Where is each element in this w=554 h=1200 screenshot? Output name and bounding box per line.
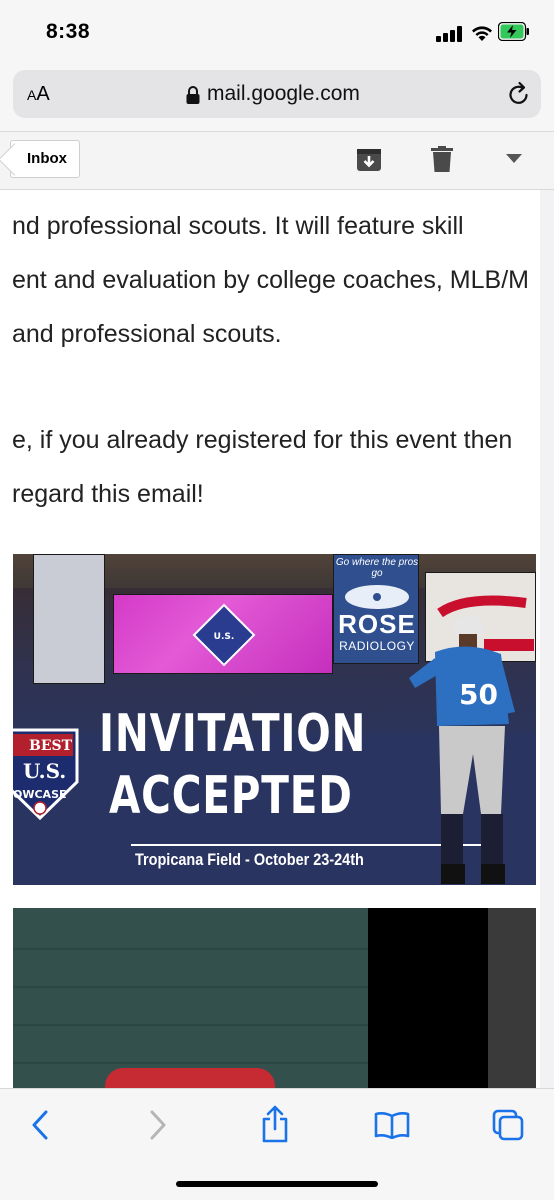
home-indicator <box>176 1181 378 1187</box>
aa-large-glyph: A <box>36 83 50 105</box>
lock-icon <box>186 86 200 104</box>
email-content-viewport[interactable]: nd professional scouts. It will feature … <box>0 190 554 1088</box>
email-text-line: and professional scouts. <box>12 320 282 348</box>
battery-charging-icon <box>498 22 529 41</box>
tabs-icon[interactable] <box>492 1109 524 1141</box>
status-bar: 8:38 <box>0 0 554 62</box>
back-to-inbox-button[interactable]: Inbox <box>10 140 80 178</box>
back-chevron-icon[interactable] <box>30 1109 50 1141</box>
wall-stripe <box>13 1062 368 1064</box>
reader-text-size-button[interactable]: AA <box>27 83 50 106</box>
bookmarks-book-icon[interactable] <box>374 1111 410 1139</box>
baseball-player-figure: 50 <box>409 616 515 884</box>
logo-word-showcase: OWCASE <box>13 788 67 801</box>
stadium-video-screen: U.S. <box>113 594 333 674</box>
url-text: mail.google.com <box>207 82 360 105</box>
left-advertising-board <box>33 554 105 684</box>
email-body: nd professional scouts. It will feature … <box>0 190 540 1088</box>
email-text-line: ent and evaluation by college coaches, M… <box>12 266 529 294</box>
wifi-icon <box>472 26 492 41</box>
email-text-line: e, if you already registered for this ev… <box>12 426 513 454</box>
delete-trash-icon[interactable] <box>431 146 453 172</box>
cellular-signal-icon <box>436 26 462 42</box>
banner-headline-line-2: ACCEPTED <box>109 766 353 826</box>
best-us-showcase-logo: BEST U.S. OWCASE <box>13 728 79 821</box>
banner-event-dateline: Tropicana Field - October 23-24th <box>135 850 364 869</box>
showcase-logo-on-screen: U.S. <box>192 603 256 667</box>
gmail-toolbar: Inbox <box>0 132 554 190</box>
browser-address-area: AA mail.google.com <box>0 62 554 132</box>
inbox-label: Inbox <box>27 150 67 167</box>
more-options-chevron-down-icon[interactable] <box>506 154 522 164</box>
banner-headline-line-1: INVITATION <box>99 704 367 764</box>
email-text-line: nd professional scouts. It will feature … <box>12 212 464 240</box>
logo-word-us: U.S. <box>23 759 66 783</box>
email-text-line: regard this email! <box>12 480 204 508</box>
sign-tagline: Go where the pros go <box>335 557 419 579</box>
email-video-thumbnail[interactable] <box>13 908 536 1088</box>
address-bar[interactable]: AA mail.google.com <box>13 70 541 118</box>
svg-text:U.S.: U.S. <box>214 632 235 642</box>
wall-stripe <box>13 948 368 950</box>
aa-small-glyph: A <box>27 87 37 103</box>
status-time: 8:38 <box>46 20 91 43</box>
logo-word-best: BEST <box>29 738 73 754</box>
wall-stripe <box>13 1024 368 1026</box>
reload-icon[interactable] <box>507 81 531 107</box>
archive-icon[interactable] <box>356 146 382 172</box>
jersey-number: 50 <box>459 678 498 711</box>
red-object <box>105 1068 275 1088</box>
share-icon[interactable] <box>260 1105 290 1143</box>
forward-chevron-icon[interactable] <box>148 1109 168 1141</box>
video-side-panel <box>488 908 536 1088</box>
wall-stripe <box>13 986 368 988</box>
video-dark-panel <box>368 908 488 1088</box>
invitation-accepted-banner-image[interactable]: U.S. Go where the pros go ROSE RADIOLOGY <box>13 554 536 885</box>
